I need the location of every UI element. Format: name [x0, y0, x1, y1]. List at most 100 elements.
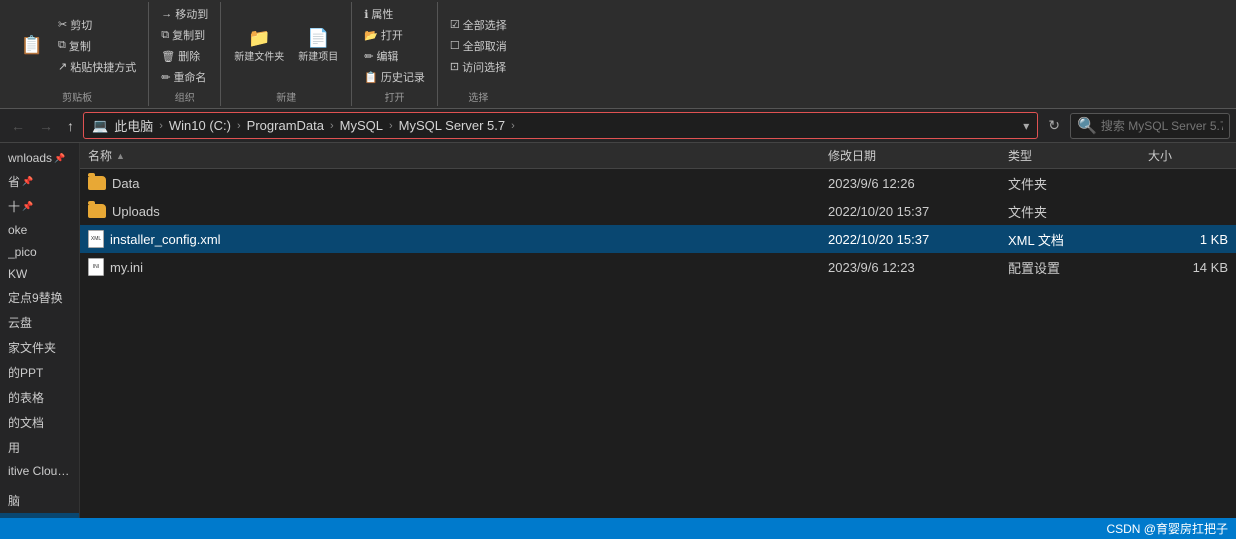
properties-button[interactable]: ℹ 属性	[360, 4, 429, 24]
organize-section: → 移动到 ⧉ 复制到 🗑 删除 ✏ 重命名 组织	[149, 2, 221, 106]
file-name-cell: XML installer_config.xml	[88, 230, 828, 248]
sidebar-item-doc[interactable]: 的文档	[0, 410, 79, 435]
organize-items: → 移动到 ⧉ 复制到 🗑 删除 ✏ 重命名	[157, 4, 212, 87]
main-area: wnloads 📌 省 📌 十 📌 oke _pico KW 定点9替换 云盘 …	[0, 143, 1236, 518]
sidebar-item-save[interactable]: 省 📌	[0, 169, 79, 194]
up-button[interactable]: ↑	[62, 115, 79, 137]
search-box[interactable]: 🔍	[1070, 113, 1230, 139]
pin-icon-save: 📌	[22, 176, 33, 187]
breadcrumb-pc[interactable]: 此电脑	[114, 116, 153, 135]
edit-icon: ✏	[364, 50, 373, 63]
copy-button[interactable]: ⧉ 复制	[54, 36, 140, 56]
sidebar-item-oke[interactable]: oke	[0, 219, 79, 241]
pin-icon-downloads: 📌	[54, 153, 65, 164]
properties-icon: ℹ	[364, 8, 368, 21]
file-name-cell: Data	[88, 176, 828, 191]
sidebar-item-table[interactable]: 的表格	[0, 385, 79, 410]
table-row[interactable]: Data 2023/9/6 12:26 文件夹	[80, 169, 1236, 197]
select-section: ☑ 全部选择 ☐ 全部取消 ⊡ 访问选择 选择	[438, 2, 519, 106]
shortcut-icon: ↗	[58, 60, 67, 73]
column-size[interactable]: 大小	[1148, 147, 1228, 164]
file-list: Data 2023/9/6 12:26 文件夹 Uploads 2022/10/…	[80, 169, 1236, 518]
pc-icon: 💻	[92, 118, 108, 134]
sidebar-item-pico[interactable]: _pico	[0, 241, 79, 263]
sidebar-item-replace[interactable]: 定点9替换	[0, 285, 79, 310]
breadcrumb-mysql[interactable]: MySQL	[340, 118, 383, 133]
address-dropdown-arrow[interactable]: ▾	[1023, 119, 1029, 133]
breadcrumb-programdata[interactable]: ProgramData	[247, 118, 324, 133]
paste-button[interactable]: 📋	[14, 34, 50, 57]
column-date[interactable]: 修改日期	[828, 147, 1008, 164]
sidebar-item-pc[interactable]: 脑	[0, 488, 79, 513]
open-icon: 📂	[364, 29, 378, 42]
new-item-button[interactable]: 📄 新建项目	[293, 27, 343, 65]
column-name[interactable]: 名称 ▲	[88, 147, 828, 164]
copy-to-button[interactable]: ⧉ 复制到	[157, 25, 212, 45]
forward-button[interactable]: →	[34, 115, 58, 137]
pin-icon-plus: 📌	[22, 201, 33, 212]
table-row[interactable]: XML installer_config.xml 2022/10/20 15:3…	[80, 225, 1236, 253]
move-to-button[interactable]: → 移动到	[157, 4, 212, 24]
breadcrumb-drive[interactable]: Win10 (C:)	[169, 118, 231, 133]
search-icon: 🔍	[1077, 116, 1097, 136]
clipboard-section: 📋 ✂ 剪切 ⧉ 复制 ↗ 粘贴快捷方式 剪贴板	[6, 2, 149, 106]
column-type[interactable]: 类型	[1008, 147, 1148, 164]
sidebar: wnloads 📌 省 📌 十 📌 oke _pico KW 定点9替换 云盘 …	[0, 143, 80, 518]
select-items: ☑ 全部选择 ☐ 全部取消 ⊡ 访问选择	[446, 4, 511, 87]
ini-icon: INI	[88, 258, 104, 276]
statusbar: CSDN @育婴房扛把子	[0, 518, 1236, 539]
back-button[interactable]: ←	[6, 115, 30, 137]
new-folder-button[interactable]: 📁 新建文件夹	[229, 27, 289, 65]
sidebar-item-c-drive[interactable]: n10 (C:)	[0, 513, 79, 518]
file-header: 名称 ▲ 修改日期 类型 大小	[80, 143, 1236, 169]
history-icon: 📋	[364, 71, 378, 84]
refresh-button[interactable]: ↻	[1042, 114, 1066, 137]
sort-arrow-name: ▲	[116, 151, 125, 161]
clipboard-col: ✂ 剪切 ⧉ 复制 ↗ 粘贴快捷方式	[54, 15, 140, 77]
invert-select-button[interactable]: ⊡ 访问选择	[446, 57, 511, 77]
move-icon: →	[161, 8, 172, 20]
select-label: 选择	[446, 89, 511, 104]
table-row[interactable]: Uploads 2022/10/20 15:37 文件夹	[80, 197, 1236, 225]
file-area: 名称 ▲ 修改日期 类型 大小 Data 2023/9/6 12:26 文件夹	[80, 143, 1236, 518]
sidebar-item-ppt[interactable]: 的PPT	[0, 360, 79, 385]
shortcut-button[interactable]: ↗ 粘贴快捷方式	[54, 57, 140, 77]
clipboard-items: 📋 ✂ 剪切 ⧉ 复制 ↗ 粘贴快捷方式	[14, 4, 140, 87]
new-label: 新建	[229, 89, 343, 104]
rename-icon: ✏	[161, 71, 170, 84]
sidebar-item-cloud[interactable]: 云盘	[0, 310, 79, 335]
watermark-text: CSDN @育婴房扛把子	[1106, 520, 1228, 537]
new-folder-icon: 📁	[248, 29, 270, 47]
new-items: 📁 新建文件夹 📄 新建项目	[229, 4, 343, 87]
sidebar-item-plus[interactable]: 十 📌	[0, 194, 79, 219]
cut-button[interactable]: ✂ 剪切	[54, 15, 140, 35]
sidebar-item-downloads[interactable]: wnloads 📌	[0, 147, 79, 169]
delete-button[interactable]: 🗑 删除	[157, 46, 212, 66]
open-items: ℹ 属性 📂 打开 ✏ 编辑 📋 历史记录	[360, 4, 429, 87]
file-name-cell: INI my.ini	[88, 258, 828, 276]
select-all-button[interactable]: ☑ 全部选择	[446, 15, 511, 35]
clipboard-label: 剪贴板	[14, 89, 140, 104]
select-none-button[interactable]: ☐ 全部取消	[446, 36, 511, 56]
open-col: ℹ 属性 📂 打开 ✏ 编辑 📋 历史记录	[360, 4, 429, 87]
table-row[interactable]: INI my.ini 2023/9/6 12:23 配置设置 14 KB	[80, 253, 1236, 281]
rename-button[interactable]: ✏ 重命名	[157, 67, 212, 87]
select-col: ☑ 全部选择 ☐ 全部取消 ⊡ 访问选择	[446, 15, 511, 77]
sidebar-item-kw[interactable]: KW	[0, 263, 79, 285]
xml-icon: XML	[88, 230, 104, 248]
address-input[interactable]: 💻 此电脑 › Win10 (C:) › ProgramData › MySQL…	[83, 112, 1038, 139]
sidebar-item-folder[interactable]: 家文件夹	[0, 335, 79, 360]
sidebar-item-use[interactable]: 用	[0, 435, 79, 460]
sidebar-item-creative-cloud[interactable]: itive Cloud F	[0, 460, 79, 482]
breadcrumb-mysql57[interactable]: MySQL Server 5.7	[399, 118, 505, 133]
new-section: 📁 新建文件夹 📄 新建项目 新建	[221, 2, 352, 106]
address-bar: ← → ↑ 💻 此电脑 › Win10 (C:) › ProgramData ›…	[0, 109, 1236, 143]
open-button[interactable]: 📂 打开	[360, 25, 429, 45]
delete-icon: 🗑	[161, 50, 175, 63]
organize-label: 组织	[157, 89, 212, 104]
toolbar: 📋 ✂ 剪切 ⧉ 复制 ↗ 粘贴快捷方式 剪贴板	[0, 0, 1236, 109]
edit-button[interactable]: ✏ 编辑	[360, 46, 429, 66]
history-button[interactable]: 📋 历史记录	[360, 67, 429, 87]
search-input[interactable]	[1101, 119, 1223, 133]
folder-icon	[88, 176, 106, 190]
